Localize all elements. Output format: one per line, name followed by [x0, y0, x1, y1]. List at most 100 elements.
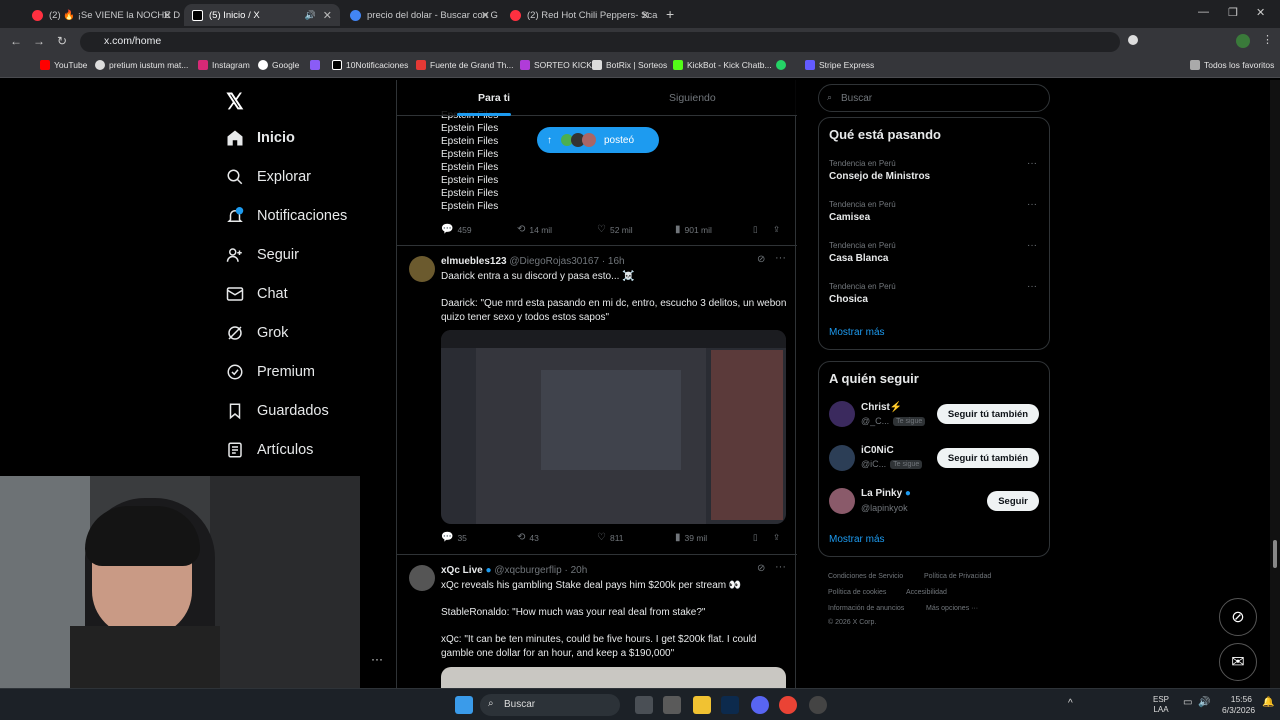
tab-following[interactable]: Siguiendo	[669, 92, 716, 104]
post-author[interactable]: xQc Live ● @xqcburgerflip · 20h	[441, 565, 587, 576]
back-icon[interactable]: ←	[10, 34, 22, 48]
avatar[interactable]	[829, 445, 855, 471]
address-bar[interactable]: x.com/home	[80, 32, 1120, 52]
speaker-icon[interactable]: 🔊	[305, 10, 316, 21]
browser-tab[interactable]: (2) Red Hot Chili Peppers- Scar ✕	[502, 4, 658, 26]
trend-topic[interactable]: Camisea	[829, 212, 870, 223]
more-icon[interactable]: ···	[1027, 240, 1037, 251]
bookmark[interactable]: Fuente de Grand Th...	[416, 60, 513, 70]
follow-name[interactable]: iC0NiC	[861, 445, 894, 456]
more-icon[interactable]: ···	[1027, 158, 1037, 169]
follow-back-button[interactable]: Seguir tú también	[937, 404, 1039, 424]
share-icon[interactable]: ⇪	[773, 224, 780, 235]
follow-button[interactable]: Seguir	[987, 491, 1039, 511]
follow-name[interactable]: La Pinky ●	[861, 488, 911, 499]
post-author[interactable]: elmuebles123 @DiegoRojas30167 · 16h	[441, 256, 625, 267]
task-view-icon[interactable]	[635, 696, 653, 714]
bookmark[interactable]: SORTEO KICK	[520, 60, 592, 70]
forward-icon[interactable]: →	[33, 34, 45, 48]
search-input[interactable]: ⌕ Buscar	[818, 84, 1050, 112]
reply-button[interactable]: 💬 459	[441, 224, 472, 235]
trend-topic[interactable]: Chosica	[829, 294, 868, 305]
show-more-link[interactable]: Mostrar más	[829, 534, 885, 545]
nav-premium[interactable]: Premium	[226, 363, 315, 381]
taskbar-search[interactable]: ⌕ Buscar	[480, 694, 620, 716]
like-button[interactable]: ♡ 811	[597, 532, 624, 543]
scrollbar[interactable]	[1270, 80, 1280, 688]
close-tab-icon[interactable]: ✕	[481, 9, 490, 22]
discord-icon[interactable]	[751, 696, 769, 714]
footer-link[interactable]: Política de Privacidad	[924, 573, 991, 580]
bookmark[interactable]: pretium iustum mat...	[95, 60, 188, 70]
reload-icon[interactable]: ↻	[57, 34, 67, 48]
bookmark[interactable]: 10Notificaciones	[332, 60, 408, 70]
minimize-icon[interactable]: —	[1198, 6, 1209, 18]
footer-link[interactable]: Accesibilidad	[906, 589, 947, 596]
footer-link[interactable]: Política de cookies	[828, 589, 886, 596]
bookmark[interactable]: KickBot - Kick Chatb...	[673, 60, 772, 70]
views-button[interactable]: ▮ 901 mil	[675, 224, 712, 235]
share-icon[interactable]: ⇪	[773, 532, 780, 543]
monitor-icon[interactable]: ▭	[1183, 697, 1192, 708]
volume-icon[interactable]: 🔊	[1198, 697, 1210, 708]
grok-icon[interactable]: ⊘	[757, 254, 765, 265]
avatar[interactable]	[1236, 34, 1250, 48]
grok-fab-icon[interactable]: ⊘	[1219, 598, 1257, 636]
bookmark[interactable]	[310, 60, 324, 70]
extension-icon[interactable]	[1128, 35, 1138, 45]
nav-explore[interactable]: Explorar	[226, 168, 311, 186]
windows-start-icon[interactable]	[455, 696, 473, 714]
nav-follow[interactable]: Seguir	[226, 246, 299, 264]
clock[interactable]: 15:56 6/3/2026	[1222, 694, 1255, 716]
views-button[interactable]: ▮ 39 mil	[675, 532, 707, 543]
footer-link[interactable]: Más opciones ···	[926, 605, 978, 612]
more-icon[interactable]: ···	[1027, 199, 1037, 210]
follow-name[interactable]: Christ⚡	[861, 402, 902, 413]
bookmark[interactable]: BotRix | Sorteos	[592, 60, 667, 70]
photoshop-icon[interactable]	[721, 696, 739, 714]
scrollbar-thumb[interactable]	[1273, 540, 1277, 568]
bookmark[interactable]	[776, 60, 790, 70]
like-button[interactable]: ♡ 52 mil	[597, 224, 633, 235]
footer-link[interactable]: Condiciones de Servicio	[828, 573, 903, 580]
close-window-icon[interactable]: ✕	[1256, 6, 1265, 19]
menu-icon[interactable]: ⋮	[1262, 33, 1273, 46]
nav-home[interactable]: Inicio	[226, 129, 295, 147]
browser-tab[interactable]: precio del dolar - Buscar con G ✕	[342, 4, 498, 26]
avatar[interactable]	[829, 401, 855, 427]
chevron-up-icon[interactable]: ^	[1068, 698, 1073, 709]
trend-topic[interactable]: Consejo de Ministros	[829, 171, 930, 182]
nav-chat[interactable]: Chat	[226, 285, 288, 303]
x-logo-icon[interactable]: 𝕏	[226, 89, 244, 115]
reply-button[interactable]: 💬 35	[441, 532, 467, 543]
browser-tab-active[interactable]: (5) Inicio / X 🔊 ✕	[184, 4, 340, 26]
bookmark[interactable]: YouTube	[40, 60, 87, 70]
more-icon[interactable]: ···	[775, 561, 786, 573]
repost-button[interactable]: ⟲ 43	[517, 532, 539, 543]
bookmark[interactable]: Google	[258, 60, 299, 70]
post-media[interactable]	[441, 330, 786, 524]
notification-bell-icon[interactable]: 🔔	[1262, 697, 1274, 708]
language-indicator[interactable]: ESP LAA	[1153, 695, 1169, 715]
show-more-link[interactable]: Mostrar más	[829, 327, 885, 338]
avatar[interactable]	[409, 256, 435, 282]
close-tab-icon[interactable]: ✕	[641, 9, 650, 22]
tab-for-you[interactable]: Para ti	[478, 92, 510, 104]
follow-back-button[interactable]: Seguir tú también	[937, 448, 1039, 468]
close-tab-icon[interactable]: ✕	[163, 9, 172, 22]
grok-icon[interactable]: ⊘	[757, 563, 765, 574]
all-favorites[interactable]: Todos los favoritos	[1190, 60, 1274, 70]
app-icon[interactable]	[809, 696, 827, 714]
avatar[interactable]	[829, 488, 855, 514]
more-icon[interactable]: ···	[1027, 281, 1037, 292]
close-tab-icon[interactable]: ✕	[323, 9, 332, 22]
nav-grok[interactable]: Grok	[226, 324, 288, 342]
browser-tab[interactable]: (2) 🔥 ¡Se VIENE la NOCHE DO ✕	[24, 4, 180, 26]
post[interactable]: elmuebles123 @DiegoRojas30167 · 16h ⊘ ··…	[397, 245, 797, 555]
file-explorer-icon[interactable]	[693, 696, 711, 714]
more-dots-icon[interactable]: ···	[371, 652, 383, 666]
bookmark-icon[interactable]: ▯	[753, 532, 758, 543]
footer-link[interactable]: Información de anuncios	[828, 605, 904, 612]
bookmark-icon[interactable]: ▯	[753, 224, 758, 235]
bookmark[interactable]: Stripe Express	[805, 60, 874, 70]
